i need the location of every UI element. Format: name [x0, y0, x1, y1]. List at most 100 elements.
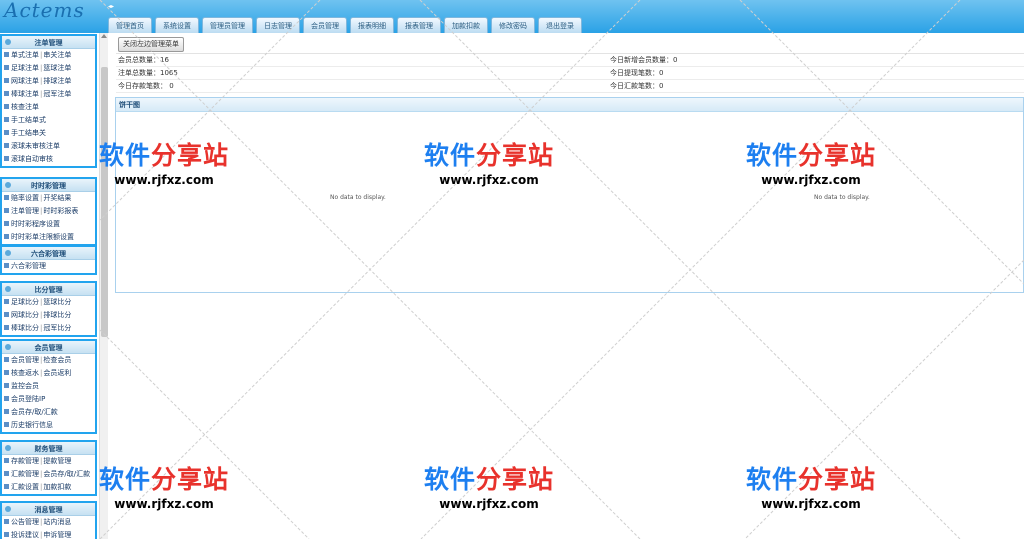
top-tab[interactable]: 系统设置 [155, 17, 199, 33]
menu-bullet-icon [4, 221, 9, 226]
sidebar-row: 核查注单 [2, 101, 95, 114]
sidebar-menu-item[interactable]: 串关注单 [43, 51, 71, 59]
top-tab[interactable]: 会员管理 [303, 17, 347, 33]
menu-bullet-icon [4, 458, 9, 463]
sidebar-panel-header[interactable]: 财务管理 [2, 442, 95, 455]
sidebar-row: 单式注单|串关注单 [2, 49, 95, 62]
scroll-up-arrow-icon[interactable] [101, 34, 107, 38]
sidebar-panel: 财务管理 存款管理|提款管理 汇款管理|会员存/取/汇款 汇款设置|加款扣款 [0, 440, 97, 496]
menu-separator: | [40, 298, 43, 306]
sidebar-menu-item[interactable]: 加款扣款 [43, 483, 71, 491]
sidebar-row: 六合彩管理 [2, 260, 95, 273]
sidebar-menu-item[interactable]: 站内消息 [43, 518, 71, 526]
sidebar-panel-header[interactable]: 注单管理 [2, 36, 95, 49]
sidebar-menu-item[interactable]: 时时彩单注限额设置 [11, 233, 74, 241]
sidebar-menu-item[interactable]: 足球比分 [11, 298, 39, 306]
sidebar-panel: 消息管理公告管理|站内消息 投诉建议|申诉管理 [0, 501, 97, 539]
sidebar-menu-item[interactable]: 注单管理 [11, 207, 39, 215]
top-tab[interactable]: 退出登录 [538, 17, 582, 33]
sidebar-menu-item[interactable]: 会员管理 [11, 356, 39, 364]
sidebar-menu-item[interactable]: 排球注单 [43, 77, 71, 85]
sidebar-menu-item[interactable]: 监控会员 [11, 382, 39, 390]
sidebar-menu-item[interactable]: 投诉建议 [11, 531, 39, 539]
sidebar-menu-item[interactable]: 六合彩管理 [11, 262, 46, 270]
sidebar-row: 会员管理|检查会员 [2, 354, 95, 367]
sidebar-menu-item[interactable]: 汇款设置 [11, 483, 39, 491]
sidebar-menu-item[interactable]: 赔率设置 [11, 194, 39, 202]
sidebar-menu-item[interactable]: 手工结单式 [11, 116, 46, 124]
sidebar-panel-title: 时时彩管理 [31, 182, 66, 190]
sidebar-menu-item[interactable]: 棒球注单 [11, 90, 39, 98]
sidebar-menu-item[interactable]: 汇款管理 [11, 470, 39, 478]
menu-bullet-icon [4, 357, 9, 362]
sidebar-menu-item[interactable]: 手工结串关 [11, 129, 46, 137]
menu-bullet-icon [4, 532, 9, 537]
sidebar-menu-item[interactable]: 时时彩程序设置 [11, 220, 60, 228]
sidebar-row: 会员存/取/汇款 [2, 406, 95, 419]
sidebar-menu-item[interactable]: 冠军注单 [43, 90, 71, 98]
sidebar-menu-item[interactable]: 冠军比分 [43, 324, 71, 332]
sidebar-panel-header[interactable]: 会员管理 [2, 341, 95, 354]
sidebar-menu-item[interactable]: 核查注单 [11, 103, 39, 111]
sidebar-panel-title: 六合彩管理 [31, 250, 66, 258]
top-tab[interactable]: 修改密码 [491, 17, 535, 33]
sidebar-menu-item[interactable]: 提款管理 [43, 457, 71, 465]
menu-bullet-icon [4, 117, 9, 122]
sidebar-panel-title: 比分管理 [34, 286, 63, 294]
top-tab[interactable]: 日志管理 [256, 17, 300, 33]
top-tab[interactable]: 报表管理 [397, 17, 441, 33]
stat-row: 注单总数量：1065 今日提现笔数：0 [116, 67, 1024, 80]
sidebar-menu-item[interactable]: 会员返利 [43, 369, 71, 377]
sidebar-menu-item[interactable]: 篮球比分 [43, 298, 71, 306]
sidebar-menu-item[interactable]: 篮球注单 [43, 64, 71, 72]
menu-separator: | [40, 518, 43, 526]
sidebar-menu-item[interactable]: 公告管理 [11, 518, 39, 526]
menu-bullet-icon [4, 370, 9, 375]
sidebar-menu-item[interactable]: 滚球自动审核 [11, 155, 53, 163]
sidebar-panel-header[interactable]: 六合彩管理 [2, 247, 95, 260]
stat-row: 会员总数量：16 今日新增会员数量：0 [116, 54, 1024, 67]
sidebar-panel-header[interactable]: 消息管理 [2, 503, 95, 516]
sidebar-menu-item[interactable]: 滚球未审核注单 [11, 142, 60, 150]
sidebar-menu-item[interactable]: 开奖结果 [43, 194, 71, 202]
top-tab[interactable]: 管理首页 [108, 17, 152, 33]
menu-bullet-icon [4, 208, 9, 213]
top-tab[interactable]: 管理员管理 [202, 17, 253, 33]
sidebar-menu-item[interactable]: 时时彩报表 [43, 207, 78, 215]
sidebar-panel-header[interactable]: 比分管理 [2, 283, 95, 296]
sidebar-panel-header[interactable]: 时时彩管理 [2, 179, 95, 192]
sidebar-menu-item[interactable]: 会员存/取/汇款 [11, 408, 58, 416]
sidebar-panel: 时时彩管理 赔率设置|开奖结果 注单管理|时时彩报表 时时彩程序设置 时时彩单注限额设置 [0, 177, 97, 246]
close-left-menu-button[interactable]: 关闭左边管理菜单 [118, 37, 184, 52]
menu-separator: | [40, 531, 43, 539]
sidebar-menu-item[interactable]: 网球比分 [11, 311, 39, 319]
top-bar: Actems ◂▸ 管理首页 系统设置 管理员管理 日志管理 会员管理 报表明细 报表管理加… [0, 0, 1024, 33]
scrollbar-thumb[interactable] [101, 67, 108, 337]
sidebar-menu-item[interactable]: 历史银行信息 [11, 421, 53, 429]
sidebar-menu-item[interactable]: 会员登陆IP [11, 395, 45, 403]
pie-chart-panel: 饼干图 No data to display. No data to displ… [115, 97, 1024, 293]
sidebar-menu-item[interactable]: 会员存/取/汇款 [43, 470, 90, 478]
menu-bullet-icon [4, 130, 9, 135]
sidebar-row: 汇款设置|加款扣款 [2, 481, 95, 494]
sidebar-panel: 比分管理 足球比分|篮球比分 网球比分|排球比分 棒球比分|冠军比分 [0, 281, 97, 337]
sidebar-menu-item[interactable]: 网球注单 [11, 77, 39, 85]
collapse-arrows-icon[interactable]: ◂▸ [108, 3, 114, 10]
sidebar-menu-item[interactable]: 排球比分 [43, 311, 71, 319]
sidebar-menu-item[interactable]: 核查返水 [11, 369, 39, 377]
sidebar-row: 手工结串关 [2, 127, 95, 140]
menu-separator: | [40, 64, 43, 72]
sidebar-menu-item[interactable]: 申诉管理 [43, 531, 71, 539]
sidebar-menu-item[interactable]: 检查会员 [43, 356, 71, 364]
menu-separator: | [40, 369, 43, 377]
top-tab[interactable]: 加款扣款 [444, 17, 488, 33]
sidebar-menu-item[interactable]: 足球注单 [11, 64, 39, 72]
sidebar-scrollbar[interactable] [99, 33, 108, 539]
sidebar-menu-item[interactable]: 单式注单 [11, 51, 39, 59]
menu-separator: | [40, 457, 43, 465]
sidebar-menu-item[interactable]: 棒球比分 [11, 324, 39, 332]
sidebar-row: 监控会员 [2, 380, 95, 393]
top-tab[interactable]: 报表明细 [350, 17, 394, 33]
pie-panel-title: 饼干图 [116, 98, 1023, 112]
sidebar-menu-item[interactable]: 存款管理 [11, 457, 39, 465]
